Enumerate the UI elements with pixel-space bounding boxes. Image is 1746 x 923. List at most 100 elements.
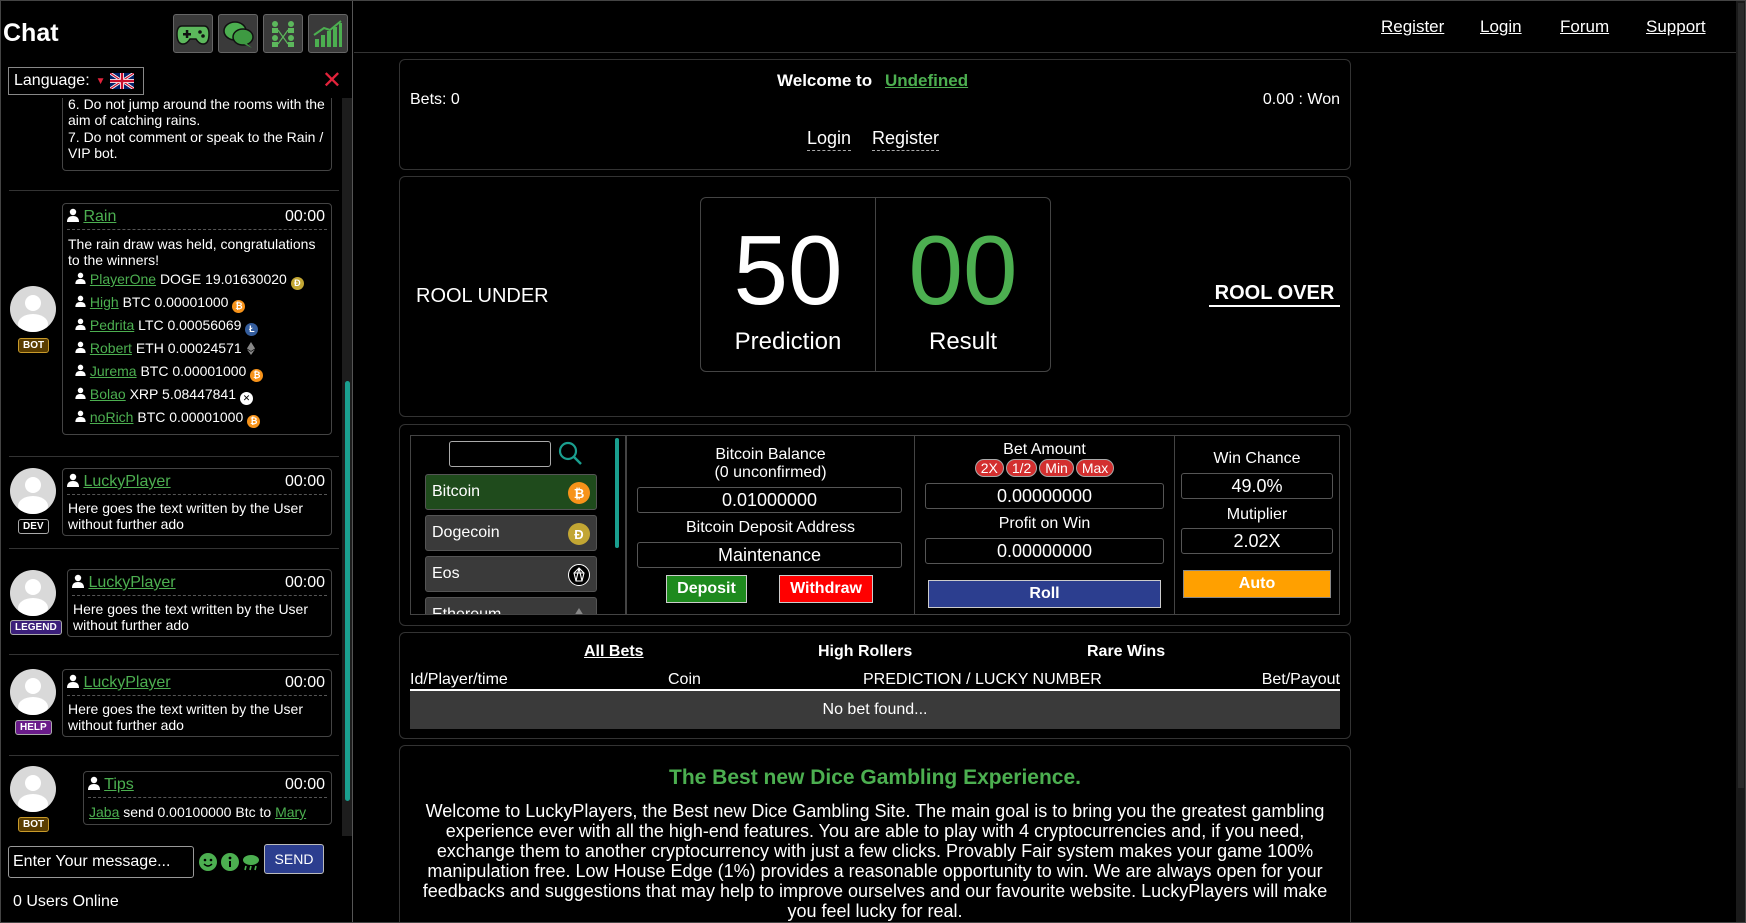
winner-amount: 0.00001000 xyxy=(172,363,247,379)
winner-name[interactable]: Jurema xyxy=(90,363,137,379)
message-username[interactable]: LuckyPlayer xyxy=(83,674,170,691)
nav-support-link[interactable]: Support xyxy=(1646,17,1706,37)
stats-chart-icon[interactable] xyxy=(308,14,348,53)
max-bet-pill[interactable]: Max xyxy=(1075,459,1115,477)
message-username[interactable]: LuckyPlayer xyxy=(88,574,175,591)
tip-amount: 0.00100000 Btc xyxy=(157,804,256,820)
roll-under-button[interactable]: ROOL UNDER xyxy=(416,285,549,308)
bet-modifiers: 2X 1/2 Min Max xyxy=(914,459,1175,477)
message-username[interactable]: LuckyPlayer xyxy=(83,473,170,490)
divider xyxy=(9,548,339,549)
welcome-login-link[interactable]: Login xyxy=(807,128,852,151)
win-chance-input[interactable]: 49.0% xyxy=(1181,473,1333,499)
user-icon xyxy=(75,387,86,399)
chat-message-input[interactable] xyxy=(8,846,194,878)
column-header-prediction: PREDICTION / LUCKY NUMBER xyxy=(863,671,1102,688)
winner-name[interactable]: Bolao xyxy=(90,386,126,402)
user-icon xyxy=(72,574,84,588)
tip-sender[interactable]: Jaba xyxy=(89,804,119,820)
winner-amount: 0.00001000 xyxy=(169,409,244,425)
message-username[interactable]: Rain xyxy=(83,208,116,225)
chat-scrollbar-thumb[interactable] xyxy=(345,381,350,801)
winner-name[interactable]: Pedrita xyxy=(90,317,134,333)
chat-message-tips: Tips 00:00 Jaba send 0.00100000 Btc to M… xyxy=(83,771,332,825)
win-chance-label: Win Chance xyxy=(1213,450,1301,467)
winner-row: Robert ETH 0.00024571 xyxy=(75,340,256,358)
bitcoin-icon: ₿ xyxy=(232,300,246,313)
coin-list-scrollbar[interactable] xyxy=(615,438,619,548)
chat-sidebar: Chat Language: ▼ ✕ 6. Do not jump around… xyxy=(1,1,353,922)
gamepad-icon[interactable] xyxy=(173,14,213,53)
column-header-payout: Bet/Payout xyxy=(1261,671,1340,688)
winner-row: noRich BTC 0.00001000 ₿ xyxy=(75,409,261,428)
page-scrollbar-thumb[interactable] xyxy=(1738,3,1744,788)
tip-to: to xyxy=(259,804,272,820)
winner-coin: BTC xyxy=(137,409,166,425)
nav-register-link[interactable]: Register xyxy=(1381,17,1444,37)
message-username[interactable]: Tips xyxy=(104,776,134,793)
info-text: Welcome to LuckyPlayers, the Best new Di… xyxy=(422,801,1328,921)
search-icon[interactable] xyxy=(557,440,583,470)
min-bet-pill[interactable]: Min xyxy=(1039,459,1074,477)
user-icon xyxy=(67,208,79,222)
welcome-username[interactable]: Undefined xyxy=(885,71,968,91)
result-label: Result xyxy=(928,328,998,355)
coin-item-bitcoin[interactable]: Bitcoin ₿ xyxy=(425,474,597,510)
tab-all-bets[interactable]: All Bets xyxy=(584,643,644,661)
winner-name[interactable]: High xyxy=(90,294,119,310)
bets-count: Bets: 0 xyxy=(410,91,460,108)
rain-cloud-icon[interactable] xyxy=(241,853,259,871)
divider xyxy=(9,190,339,191)
nav-forum-link[interactable]: Forum xyxy=(1560,17,1609,37)
tip-verb: send xyxy=(123,804,154,820)
bitcoin-icon: ₿ xyxy=(250,369,264,382)
close-icon[interactable]: ✕ xyxy=(322,69,342,93)
coin-item-ethereum[interactable]: Ethereum xyxy=(425,597,597,614)
legend-badge: LEGEND xyxy=(10,620,62,635)
tip-recipient[interactable]: Mary xyxy=(275,804,306,820)
user-icon xyxy=(75,341,86,353)
coin-item-dogecoin[interactable]: Dogecoin Ð xyxy=(425,515,597,551)
winner-row: Jurema BTC 0.00001000 ₿ xyxy=(75,363,264,382)
welcome-register-link[interactable]: Register xyxy=(872,128,940,151)
users-network-icon[interactable] xyxy=(263,14,303,53)
withdraw-button[interactable]: Withdraw xyxy=(779,575,873,603)
chat-message: LuckyPlayer 00:00 Here goes the text wri… xyxy=(62,669,332,737)
winner-name[interactable]: Robert xyxy=(90,340,132,356)
language-bar: Language: ▼ ✕ xyxy=(6,67,346,97)
tab-rare-wins[interactable]: Rare Wins xyxy=(1087,643,1165,661)
winner-name[interactable]: PlayerOne xyxy=(90,271,156,287)
double-bet-pill[interactable]: 2X xyxy=(974,459,1004,477)
winner-amount: 0.00001000 xyxy=(154,294,229,310)
winner-coin: ETH xyxy=(135,340,164,356)
roll-button[interactable]: Roll xyxy=(928,580,1161,608)
auto-bet-button[interactable]: Auto xyxy=(1183,570,1331,598)
winner-name[interactable]: noRich xyxy=(90,409,134,425)
language-select[interactable]: Language: ▼ xyxy=(8,67,144,95)
bet-amount-input[interactable]: 0.00000000 xyxy=(925,483,1164,509)
roll-over-button[interactable]: ROOL OVER xyxy=(1209,282,1340,307)
user-icon xyxy=(88,776,100,790)
deposit-address-value[interactable]: Maintenance xyxy=(637,542,902,568)
coin-search-input[interactable] xyxy=(449,441,551,467)
deposit-button[interactable]: Deposit xyxy=(666,575,747,603)
half-bet-pill[interactable]: 1/2 xyxy=(1005,459,1038,477)
info-icon[interactable] xyxy=(221,853,239,871)
send-button[interactable]: SEND xyxy=(264,844,324,874)
message-time: 00:00 xyxy=(284,776,325,793)
message-time: 00:00 xyxy=(284,674,325,691)
coin-name: Eos xyxy=(432,565,460,582)
chat-bubble-icon[interactable] xyxy=(218,14,258,53)
multiplier-input[interactable]: 2.02X xyxy=(1181,528,1333,554)
won-amount: 0.00 : Won xyxy=(1262,91,1340,108)
user-icon xyxy=(75,272,86,284)
message-text: Here goes the text written by the User w… xyxy=(68,500,303,532)
ripple-icon: ✕ xyxy=(240,392,253,405)
emoji-icon[interactable] xyxy=(199,853,217,871)
winner-amount: 0.00056069 xyxy=(167,317,242,333)
nav-login-link[interactable]: Login xyxy=(1480,17,1522,37)
coin-item-eos[interactable]: Eos xyxy=(425,556,597,592)
tab-high-rollers[interactable]: High Rollers xyxy=(818,643,912,661)
chat-messages[interactable]: 6. Do not jump around the rooms with the… xyxy=(1,98,353,836)
user-icon xyxy=(67,473,79,487)
